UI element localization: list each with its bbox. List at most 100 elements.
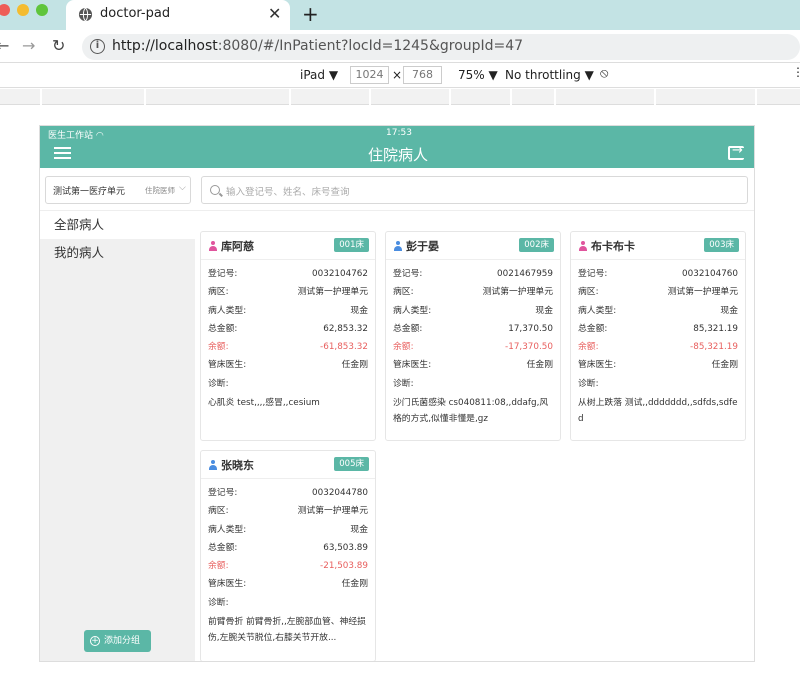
patient-card-header: 库阿慈 001床 [201, 232, 375, 260]
height-input[interactable]: 768 [403, 66, 442, 84]
filter-row: 测试第一医疗单元 住院医师 ⌵ 输入登记号、姓名、床号查询 [40, 168, 754, 211]
type-row: 病人类型: 现金 [208, 302, 368, 320]
rotate-icon[interactable]: ⦸ [600, 66, 608, 81]
close-tab-icon[interactable]: ✕ [268, 4, 281, 23]
maximize-window-button[interactable] [36, 4, 48, 16]
minimize-window-button[interactable] [17, 4, 29, 16]
total-value: 62,853.32 [323, 323, 368, 334]
status-time: 17:53 [386, 128, 412, 138]
patient-card-body: 登记号: 0032104760 病区: 测试第一护理单元 病人类型: 现金 总金额: 8… [571, 260, 745, 433]
unit-select[interactable]: 测试第一医疗单元 住院医师 ⌵ [45, 176, 191, 204]
search-input[interactable]: 输入登记号、姓名、床号查询 [201, 176, 748, 204]
diagnosis-text: 前臂骨折 前臂骨折,,左腕部血管、神经损伤,左腕关节脱位,右膝关节开放... [208, 617, 366, 643]
type-label: 病人类型: [393, 305, 432, 316]
ward-row: 病区: 测试第一护理单元 [578, 283, 738, 301]
page-title: 住院病人 [367, 146, 428, 164]
more-options-icon[interactable]: ⋮ [792, 65, 800, 79]
unit-name: 测试第一医疗单元 [53, 187, 126, 197]
search-icon [210, 185, 220, 195]
patient-card-header: 布卡布卡 003床 [571, 232, 745, 260]
reg-label: 登记号: [208, 488, 238, 498]
person-icon [579, 241, 587, 252]
ward-label: 病区: [208, 287, 229, 298]
balance-value: -17,370.50 [505, 342, 553, 353]
diag-row: 诊断: [578, 375, 738, 393]
type-label: 病人类型: [208, 305, 247, 316]
address-bar: ← → ↻ i http://localhost:8080/#/InPatien… [0, 30, 800, 62]
forward-icon[interactable]: → [22, 36, 35, 55]
ward-value: 测试第一护理单元 [667, 287, 738, 298]
new-tab-button[interactable]: + [302, 2, 319, 26]
type-value: 现金 [720, 305, 738, 316]
add-group-label: 添加分组 [104, 636, 141, 646]
diag-label: 诊断: [578, 378, 599, 389]
wifi-icon: ◠ [95, 131, 104, 141]
person-icon [209, 460, 217, 471]
doctor-row: 管床医生: 任金刚 [393, 356, 553, 374]
search-placeholder: 输入登记号、姓名、床号查询 [226, 187, 350, 198]
balance-label: 余额: [393, 342, 414, 353]
doctor-value: 任金刚 [341, 360, 368, 371]
patient-name: 布卡布卡 [591, 240, 635, 253]
total-value: 17,370.50 [508, 323, 553, 334]
sidebar-item-all-patients[interactable]: 全部病人 [40, 211, 195, 239]
type-row: 病人类型: 现金 [578, 302, 738, 320]
logout-icon[interactable] [728, 143, 744, 160]
plus-circle-icon: + [90, 636, 100, 646]
diag-label: 诊断: [208, 378, 229, 389]
back-icon[interactable]: ← [0, 36, 9, 55]
ward-value: 测试第一护理单元 [297, 506, 368, 517]
throttle-select[interactable]: No throttling ▼ [505, 68, 594, 82]
total-row: 总金额: 63,503.89 [208, 539, 368, 557]
info-icon[interactable]: i [90, 39, 105, 54]
bed-badge: 002床 [519, 238, 554, 252]
ward-row: 病区: 测试第一护理单元 [208, 502, 368, 520]
sidebar-item-my-patients[interactable]: 我的病人 [40, 239, 195, 267]
media-query-ruler [0, 89, 800, 105]
url-input[interactable]: i http://localhost:8080/#/InPatient?locI… [82, 34, 800, 60]
patient-card[interactable]: 库阿慈 001床 登记号: 0032104762 病区: 测试第一护理单元 病人类型… [200, 231, 376, 441]
url-path: :8080/#/InPatient?locId=1245&groupId=47 [217, 38, 524, 54]
bed-badge: 001床 [334, 238, 369, 252]
type-label: 病人类型: [208, 524, 247, 535]
balance-label: 余额: [208, 342, 229, 353]
add-group-button[interactable]: + 添加分组 [84, 630, 151, 652]
total-row: 总金额: 17,370.50 [393, 320, 553, 338]
width-input[interactable]: 1024 [350, 66, 389, 84]
patient-grid: 库阿慈 001床 登记号: 0032104762 病区: 测试第一护理单元 病人类型… [195, 211, 754, 661]
type-label: 病人类型: [578, 305, 617, 316]
patient-name: 张晓东 [221, 459, 254, 472]
balance-value: -85,321.19 [690, 342, 738, 353]
total-label: 总金额: [393, 323, 423, 334]
patient-card[interactable]: 彭于晏 002床 登记号: 0021467959 病区: 测试第一护理单元 病人类型… [385, 231, 561, 441]
doctor-label: 管床医生: [393, 360, 432, 371]
doctor-label: 管床医生: [208, 579, 247, 590]
status-carrier: 医生工作站 ◠ [48, 128, 104, 141]
diag-row: 诊断: [208, 594, 368, 612]
url-host: http://localhost [112, 38, 218, 54]
reg-label: 登记号: [393, 269, 423, 279]
balance-row: 余额: -17,370.50 [393, 338, 553, 356]
tab-title: doctor-pad [100, 6, 171, 21]
patient-card[interactable]: 布卡布卡 003床 登记号: 0032104760 病区: 测试第一护理单元 病人类… [570, 231, 746, 441]
patient-name: 库阿慈 [221, 240, 254, 253]
device-toolbar: iPad ▼ 1024 × 768 75% ▼ No throttling ▼ … [0, 62, 800, 88]
doctor-value: 任金刚 [711, 360, 738, 371]
ward-row: 病区: 测试第一护理单元 [393, 283, 553, 301]
reg-value: 0032104760 [682, 269, 738, 279]
reload-icon[interactable]: ↻ [52, 36, 65, 55]
device-select[interactable]: iPad ▼ [300, 68, 338, 82]
diag-label: 诊断: [393, 378, 414, 389]
balance-value: -61,853.32 [320, 342, 368, 353]
type-row: 病人类型: 现金 [393, 302, 553, 320]
total-value: 85,321.19 [693, 323, 738, 334]
reg-value: 0032044780 [312, 488, 368, 498]
diag-row: 诊断: [393, 375, 553, 393]
browser-tab[interactable]: doctor-pad ✕ [66, 0, 290, 30]
patient-card[interactable]: 张晓东 005床 登记号: 0032044780 病区: 测试第一护理单元 病人类型… [200, 450, 376, 661]
zoom-select[interactable]: 75% ▼ [458, 68, 498, 82]
url-text: http://localhost:8080/#/InPatient?locId=… [112, 38, 523, 54]
close-window-button[interactable] [0, 4, 10, 16]
bed-badge: 003床 [704, 238, 739, 252]
reg-label: 登记号: [208, 269, 238, 279]
